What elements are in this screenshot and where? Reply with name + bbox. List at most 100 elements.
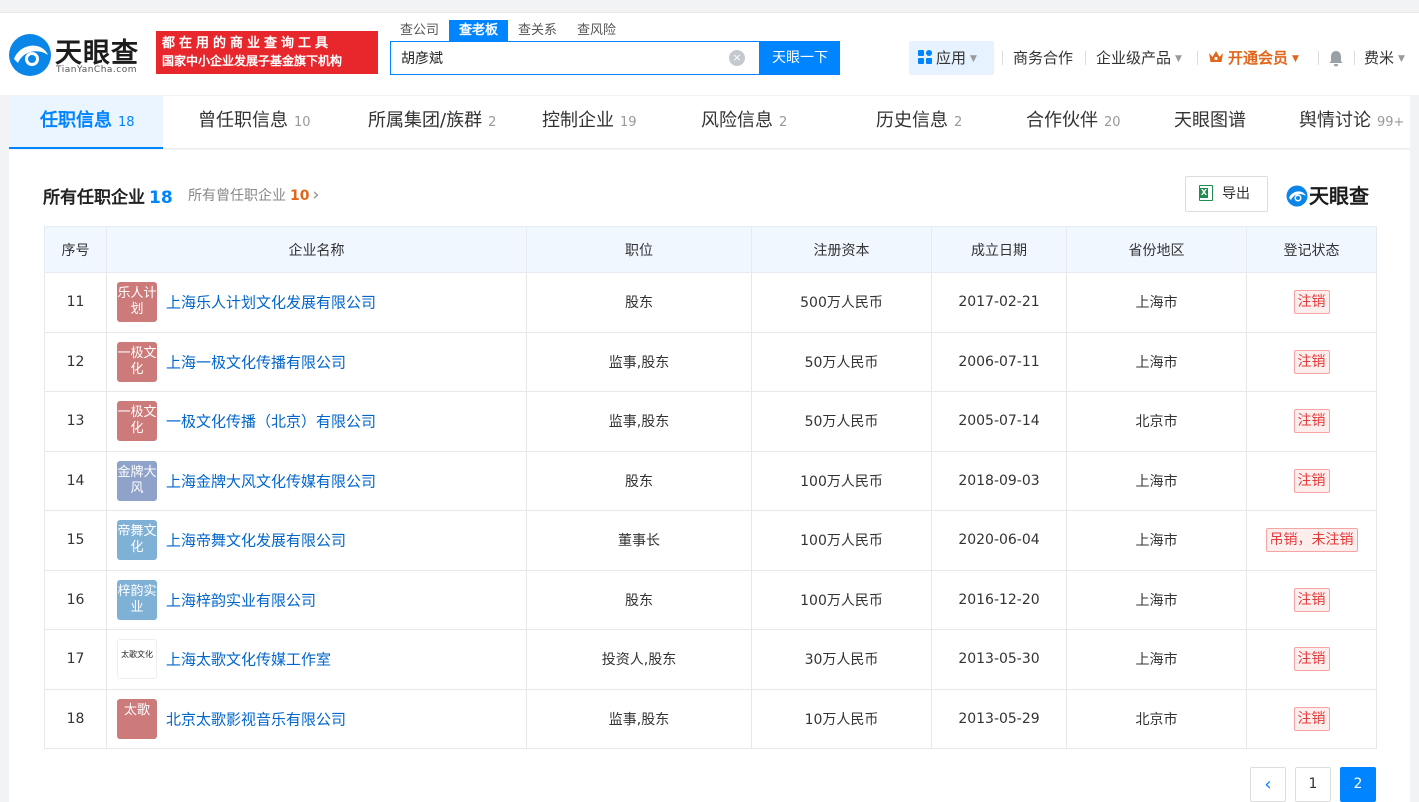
tab-history[interactable]: 历史信息 2 bbox=[876, 96, 962, 149]
table-row: 11 乐人计划 上海乐人计划文化发展有限公司 股东 500万人民币 2017-02-21 上… bbox=[44, 272, 1377, 333]
company-cell: 金牌大风 上海金牌大风文化传媒有限公司 bbox=[106, 450, 527, 511]
tab-partners[interactable]: 合作伙伴 20 bbox=[1026, 96, 1121, 149]
table-row: 18 太歌 北京太歌影视音乐有限公司 监事,股东 10万人民币 2013-05-29 北京市… bbox=[44, 688, 1377, 749]
tab-controlled-companies[interactable]: 控制企业 19 bbox=[542, 96, 637, 149]
table-row: 16 梓韵实业 上海梓韵实业有限公司 股东 100万人民币 2016-12-20 上海市 注销 bbox=[44, 569, 1377, 630]
tab-former-positions[interactable]: 曾任职信息 10 bbox=[198, 96, 311, 149]
enterprise-products-label: 企业级产品 bbox=[1096, 49, 1172, 67]
prev-page-button[interactable]: ‹ bbox=[1250, 767, 1286, 802]
tab-current-positions[interactable]: 任职信息 18 bbox=[9, 96, 163, 149]
nav-divider bbox=[1318, 51, 1319, 65]
tab-public-opinion[interactable]: 舆情讨论 99+ bbox=[1299, 96, 1404, 149]
vip-menu[interactable]: 开通会员 ▼ bbox=[1208, 41, 1299, 76]
region-cell: 上海市 bbox=[1066, 629, 1247, 690]
company-name-link[interactable]: 上海一极文化传播有限公司 bbox=[166, 353, 346, 371]
search-tab-boss[interactable]: 查老板 bbox=[449, 20, 509, 41]
status-cell: 注销 bbox=[1246, 272, 1377, 333]
position-cell: 监事,股东 bbox=[526, 688, 752, 749]
chevron-down-icon: ▼ bbox=[1292, 54, 1299, 64]
header-position: 职位 bbox=[526, 226, 752, 273]
company-logo: 太歌 bbox=[117, 698, 157, 739]
chevron-right-icon: › bbox=[312, 185, 320, 205]
status-badge: 注销 bbox=[1293, 409, 1330, 434]
apps-label: 应用 bbox=[936, 49, 967, 67]
chevron-down-icon: ▼ bbox=[1175, 54, 1182, 64]
status-badge: 注销 bbox=[1293, 468, 1330, 493]
bell-icon[interactable] bbox=[1328, 50, 1344, 67]
company-name-link[interactable]: 上海金牌大风文化传媒有限公司 bbox=[166, 472, 376, 490]
company-name-link[interactable]: 上海帝舞文化发展有限公司 bbox=[166, 532, 346, 550]
status-cell: 吊销，未注销 bbox=[1246, 510, 1377, 571]
page-2-button[interactable]: 2 bbox=[1340, 767, 1376, 802]
search-input[interactable] bbox=[391, 42, 726, 74]
position-cell: 股东 bbox=[526, 450, 752, 511]
apps-menu-button[interactable]: 应用 ▼ bbox=[909, 41, 994, 75]
date-cell: 2006-07-11 bbox=[931, 331, 1067, 392]
company-logo: 一极文化 bbox=[117, 401, 157, 442]
table-row: 14 金牌大风 上海金牌大风文化传媒有限公司 股东 100万人民币 2018-09-03 上… bbox=[44, 450, 1377, 511]
former-positions-link[interactable]: 所有曾任职企业 10 › bbox=[188, 185, 319, 205]
former-positions-label: 所有曾任职企业 bbox=[188, 188, 286, 204]
business-cooperation-link[interactable]: 商务合作 bbox=[1013, 41, 1073, 75]
region-cell: 上海市 bbox=[1066, 450, 1247, 511]
position-cell: 监事,股东 bbox=[526, 391, 752, 452]
crown-icon bbox=[1209, 51, 1223, 62]
company-name-link[interactable]: 上海太歌文化传媒工作室 bbox=[166, 651, 331, 669]
status-cell: 注销 bbox=[1246, 391, 1377, 452]
section-count: 18 bbox=[149, 188, 173, 208]
company-cell: 太歌文化 上海太歌文化传媒工作室 bbox=[106, 629, 527, 690]
company-name-link[interactable]: 北京太歌影视音乐有限公司 bbox=[166, 710, 346, 728]
status-badge: 注销 bbox=[1293, 290, 1330, 315]
company-logo: 帝舞文化 bbox=[117, 520, 157, 561]
tab-label: 舆情讨论 bbox=[1299, 110, 1371, 131]
company-logo: 金牌大风 bbox=[117, 460, 157, 501]
search-tab-risk[interactable]: 查风险 bbox=[567, 20, 626, 41]
company-cell: 乐人计划 上海乐人计划文化发展有限公司 bbox=[106, 272, 527, 333]
capital-cell: 30万人民币 bbox=[751, 629, 932, 690]
capital-cell: 10万人民币 bbox=[751, 688, 932, 749]
company-name-link[interactable]: 上海梓韵实业有限公司 bbox=[166, 591, 316, 609]
tab-graph[interactable]: 天眼图谱 bbox=[1174, 96, 1246, 149]
company-logo: 太歌文化 bbox=[117, 639, 157, 680]
header-date: 成立日期 bbox=[931, 226, 1067, 273]
tab-risk-info[interactable]: 风险信息 2 bbox=[701, 96, 787, 149]
positions-panel: 所有任职企业18 所有曾任职企业10› 导出 天眼查 序号 企业名称 职位 注册… bbox=[9, 150, 1410, 802]
positions-table: 序号 企业名称 职位 注册资本 成立日期 省份地区 登记状态 11 乐人计划 上海乐… bbox=[44, 226, 1377, 749]
status-cell: 注销 bbox=[1246, 688, 1377, 749]
status-badge: 注销 bbox=[1293, 706, 1330, 731]
capital-cell: 500万人民币 bbox=[751, 272, 932, 333]
status-cell: 注销 bbox=[1246, 331, 1377, 392]
tab-label: 控制企业 bbox=[542, 110, 614, 131]
row-no: 14 bbox=[44, 450, 107, 511]
tianyancha-logo[interactable]: 天眼查 TianYanCha.com bbox=[8, 31, 148, 81]
company-cell: 帝舞文化 上海帝舞文化发展有限公司 bbox=[106, 510, 527, 571]
tab-label: 曾任职信息 bbox=[198, 110, 288, 131]
company-name-link[interactable]: 上海乐人计划文化发展有限公司 bbox=[166, 294, 376, 312]
tab-groups[interactable]: 所属集团/族群 2 bbox=[368, 96, 496, 149]
region-cell: 上海市 bbox=[1066, 569, 1247, 630]
region-cell: 北京市 bbox=[1066, 688, 1247, 749]
search-tab-relation[interactable]: 查关系 bbox=[508, 20, 567, 41]
capital-cell: 50万人民币 bbox=[751, 391, 932, 452]
company-name-link[interactable]: 一极文化传播（北京）有限公司 bbox=[166, 413, 376, 431]
section-title: 所有任职企业 18 bbox=[43, 183, 173, 208]
chevron-down-icon: ▼ bbox=[1398, 54, 1405, 64]
user-menu[interactable]: 费米 ▼ bbox=[1364, 41, 1405, 76]
tab-count: 19 bbox=[620, 115, 637, 130]
tab-label: 合作伙伴 bbox=[1026, 110, 1098, 131]
tab-count: 18 bbox=[118, 115, 135, 130]
enterprise-products-menu[interactable]: 企业级产品 ▼ bbox=[1096, 41, 1182, 76]
export-button[interactable]: 导出 bbox=[1185, 176, 1268, 212]
row-no: 16 bbox=[44, 569, 107, 630]
status-badge: 注销 bbox=[1293, 587, 1330, 612]
nav-divider bbox=[1085, 51, 1086, 65]
header-company: 企业名称 bbox=[106, 226, 527, 273]
search-button[interactable]: 天眼一下 bbox=[760, 41, 840, 75]
date-cell: 2017-02-21 bbox=[931, 272, 1067, 333]
search-tab-company[interactable]: 查公司 bbox=[390, 20, 449, 41]
page-1-button[interactable]: 1 bbox=[1295, 767, 1331, 802]
grid-icon bbox=[918, 50, 932, 64]
header-no: 序号 bbox=[44, 226, 107, 273]
date-cell: 2005-07-14 bbox=[931, 391, 1067, 452]
clear-icon[interactable]: × bbox=[729, 50, 745, 66]
